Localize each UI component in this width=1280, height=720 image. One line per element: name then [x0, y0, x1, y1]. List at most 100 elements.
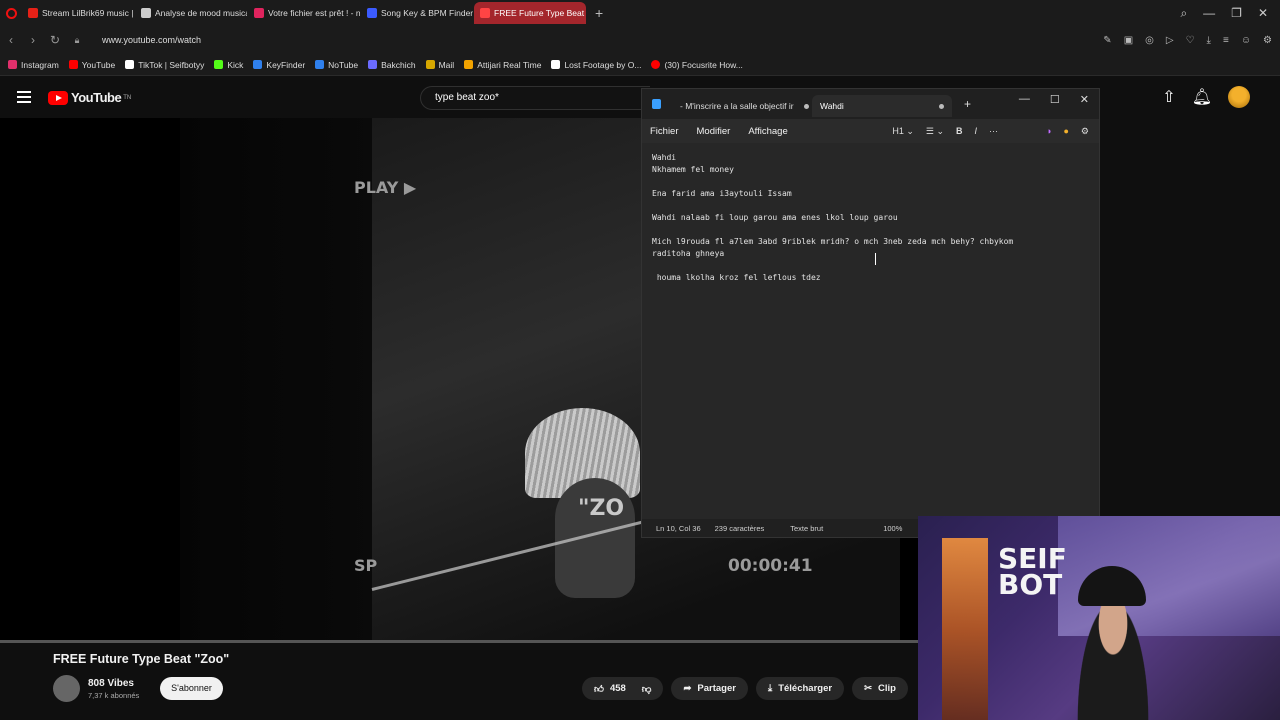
bookmark-label: KeyFinder — [266, 59, 306, 70]
menu-icon[interactable] — [17, 91, 31, 103]
avatar[interactable] — [1228, 86, 1250, 108]
tab-favicon-icon — [254, 8, 264, 18]
account-icon[interactable]: ☺ — [1241, 35, 1251, 46]
notepad-tab-active[interactable]: Wahdi — [812, 95, 952, 117]
heart-icon[interactable]: ♡ — [1186, 35, 1195, 46]
cursor-position: Ln 10, Col 36 — [656, 523, 701, 533]
italic-icon[interactable]: I — [975, 126, 978, 136]
video-overlay-play: PLAY ▶ — [354, 178, 417, 197]
player-icon[interactable]: ▷ — [1166, 35, 1174, 46]
copilot-icon[interactable]: ◑ — [1046, 126, 1051, 136]
bell-icon[interactable]: 🔔︎ — [1192, 87, 1212, 107]
back-icon[interactable]: ‹ — [0, 33, 22, 47]
bold-icon[interactable]: B — [956, 126, 963, 136]
maximize-icon[interactable]: ❐ — [1231, 6, 1242, 20]
clip-label: Clip — [878, 683, 896, 694]
forward-icon[interactable]: › — [22, 33, 44, 47]
minimize-icon[interactable]: — — [1203, 6, 1215, 20]
youtube-logo[interactable]: YouTube TN — [48, 90, 131, 105]
subscribe-button[interactable]: S'abonner — [160, 677, 223, 700]
bookmark-label: NoTube — [328, 59, 359, 70]
text-cursor-icon — [875, 253, 877, 265]
webcam-shelf — [942, 538, 988, 720]
url-field[interactable]: www.youtube.com/watch — [102, 35, 201, 45]
minimize-icon[interactable]: — — [1019, 93, 1030, 105]
reload-icon[interactable]: ↻ — [44, 33, 66, 47]
notepad-tab[interactable]: - M'inscrire a la salle objectif ir — [672, 95, 817, 117]
tab-favicon-icon — [141, 8, 151, 18]
bookmark-label: Kick — [227, 59, 244, 70]
share-button[interactable]: ➦ Partager — [671, 677, 748, 700]
browser-tab[interactable]: Analyse de mood musical — [135, 2, 247, 24]
channel-subscribers: 7,37 k abonnés — [88, 690, 140, 700]
editor-line: Wahdi — [652, 153, 677, 162]
bakchich-icon — [368, 60, 378, 69]
maximize-icon[interactable]: ☐ — [1050, 93, 1060, 106]
notepad-editor[interactable]: Wahdi Nkhamem fel money Ena farid ama i3… — [642, 143, 1099, 521]
close-icon[interactable]: ✕ — [1080, 93, 1089, 106]
tab-favicon-icon — [28, 8, 38, 18]
menu-modifier[interactable]: Modifier — [697, 126, 731, 137]
bookmark-label: YouTube — [81, 59, 116, 70]
edit-icon[interactable]: ✎ — [1103, 35, 1111, 46]
menu-icon[interactable]: ≡ — [1223, 35, 1229, 46]
browser-tab[interactable]: Stream LilBrik69 music | Li — [22, 2, 134, 24]
zoom-level[interactable]: 100% — [883, 524, 902, 533]
text-format[interactable]: Texte brut — [790, 524, 823, 533]
bookmark-item[interactable]: Instagram — [8, 60, 59, 70]
settings-icon[interactable]: ⚙ — [1263, 35, 1272, 46]
logo-country: TN — [123, 94, 132, 101]
notepad-tab-label: - M'inscrire a la salle objectif ir — [680, 101, 794, 111]
download-button[interactable]: ⤓ Télécharger — [755, 677, 845, 700]
bookmark-label: (30) Focusrite How... — [664, 59, 743, 70]
settings-icon[interactable]: ⚙ — [1081, 126, 1089, 137]
opera-logo-icon[interactable] — [0, 0, 22, 26]
bookmark-item[interactable]: Lost Footage by O... — [551, 60, 641, 70]
heading-dropdown[interactable]: H1 ⌄ — [892, 126, 914, 137]
menu-fichier[interactable]: Fichier — [650, 126, 679, 137]
channel-info[interactable]: 808 Vibes 7,37 k abonnés — [53, 675, 139, 702]
bookmark-label: Attijari Real Time — [477, 59, 542, 70]
editor-line: Ena farid ama i3aytouli Issam — [652, 189, 792, 198]
new-tab-button[interactable]: + — [587, 5, 611, 21]
bookmark-item[interactable]: NoTube — [315, 60, 358, 70]
video-overlay-title: "ZO — [578, 496, 625, 521]
bookmark-item[interactable]: Attijari Real Time — [464, 60, 541, 70]
new-tab-button[interactable]: + — [964, 97, 971, 111]
bookmark-item[interactable]: (30) Focusrite How... — [651, 59, 743, 70]
editor-line: Wahdi nalaab fi loup garou ama enes lkol… — [652, 213, 898, 222]
list-icon[interactable]: ☰ ⌄ — [926, 126, 944, 137]
screenshot-icon[interactable]: ▣ — [1124, 35, 1133, 46]
editor-line: houma lkolha kroz fel leflous tdez — [652, 273, 821, 282]
bookmark-item[interactable]: Bakchich — [368, 60, 416, 70]
search-input[interactable]: type beat zoo* — [420, 86, 650, 110]
bookmark-item[interactable]: TikTok | Seifbotyy — [125, 60, 204, 70]
video-progress-bar[interactable] — [0, 640, 918, 643]
logo-text: YouTube — [71, 90, 122, 105]
like-count: 458 — [609, 683, 626, 694]
like-button[interactable]: 👍︎ 458 👎︎ — [582, 677, 664, 700]
bookmark-item[interactable]: KeyFinder — [253, 60, 305, 70]
thumbs-down-icon[interactable]: 👎︎ — [642, 683, 652, 695]
browser-tab-active[interactable]: FREE Future Type Beat — [474, 2, 586, 24]
browser-tab[interactable]: Votre fichier est prêt ! - nc — [248, 2, 360, 24]
upload-icon[interactable]: ⇧ — [1162, 87, 1175, 107]
download-icon[interactable]: ⤓ — [1207, 35, 1211, 46]
tab-label: Analyse de mood musical — [155, 8, 247, 18]
shield-icon[interactable]: ◎ — [1145, 35, 1154, 46]
browser-tab[interactable]: Song Key & BPM Finder | — [361, 2, 473, 24]
bookmark-item[interactable]: Mail — [425, 60, 454, 70]
search-icon[interactable]: ⌕ — [1180, 6, 1187, 21]
bookmark-item[interactable]: Kick — [214, 60, 243, 70]
account-icon[interactable]: ● — [1063, 126, 1068, 136]
character-count: 239 caractères — [714, 523, 765, 533]
close-icon[interactable]: ✕ — [1258, 6, 1268, 20]
menu-affichage[interactable]: Affichage — [748, 126, 787, 137]
editor-line: Nkhamem fel money — [652, 165, 734, 174]
more-icon[interactable]: ··· — [989, 126, 998, 136]
channel-name[interactable]: 808 Vibes — [88, 678, 139, 689]
channel-avatar[interactable] — [53, 675, 80, 702]
clip-button[interactable]: ✂ Clip — [852, 677, 908, 700]
bookmark-item[interactable]: YouTube — [68, 59, 116, 70]
